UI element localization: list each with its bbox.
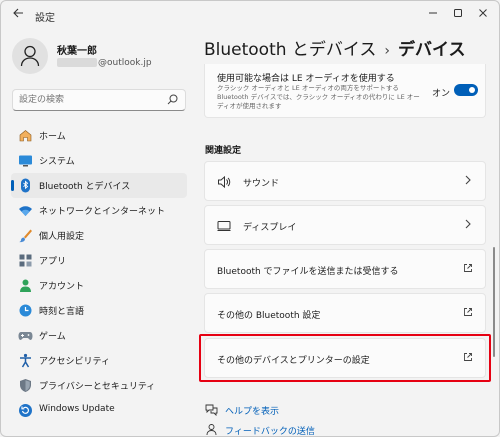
sidebar-item-windows-update[interactable]: Windows Update xyxy=(11,398,187,423)
app-title: 設定 xyxy=(35,13,55,24)
le-audio-description: クラシック オーディオと LE オーディオの両方をサポートする Bluetoot… xyxy=(217,84,420,110)
back-button[interactable] xyxy=(9,7,27,25)
close-icon xyxy=(479,9,487,17)
breadcrumb-parent[interactable]: Bluetooth とデバイス xyxy=(204,40,376,60)
brush-icon xyxy=(19,229,32,243)
chevron-right-icon xyxy=(465,219,471,229)
more-bluetooth-settings-row[interactable]: その他の Bluetooth 設定 xyxy=(204,293,486,333)
bluetooth-file-transfer-row[interactable]: Bluetooth でファイルを送信または受信する xyxy=(204,249,486,289)
breadcrumb-separator: › xyxy=(384,43,391,59)
external-link-icon xyxy=(464,308,472,316)
close-button[interactable] xyxy=(473,5,493,25)
help-icon xyxy=(205,404,218,416)
related-settings-heading: 関連設定 xyxy=(205,146,242,156)
sidebar-item-privacy[interactable]: プライバシーとセキュリティ xyxy=(11,373,187,398)
sidebar-item-accessibility[interactable]: アクセシビリティ xyxy=(11,348,187,373)
home-icon xyxy=(19,130,32,142)
bluetooth-file-transfer-label: Bluetooth でファイルを送信または受信する xyxy=(217,267,399,277)
sound-row[interactable]: サウンド xyxy=(204,161,486,201)
arrow-left-icon xyxy=(13,8,23,18)
toggle-state-label: オン xyxy=(432,89,451,99)
account-icon xyxy=(20,279,31,292)
user-icon xyxy=(20,45,40,67)
sidebar-item-gaming[interactable]: ゲーム xyxy=(11,323,187,348)
le-audio-title: 使用可能な場合は LE オーディオを使用する xyxy=(217,74,395,84)
bluetooth-icon xyxy=(21,178,30,193)
chevron-right-icon xyxy=(465,175,471,185)
gaming-icon xyxy=(18,332,33,340)
external-link-icon xyxy=(464,264,472,272)
time-language-icon xyxy=(19,304,32,317)
breadcrumb: Bluetooth とデバイス › デバイス xyxy=(204,35,466,60)
highlight-box xyxy=(199,334,491,382)
sidebar-item-time-language[interactable]: 時刻と言語 xyxy=(11,298,187,323)
scrollbar[interactable] xyxy=(493,247,495,357)
wifi-icon xyxy=(19,206,32,216)
more-bluetooth-settings-label: その他の Bluetooth 設定 xyxy=(217,311,321,321)
search-input[interactable] xyxy=(19,93,159,107)
sidebar-item-bluetooth[interactable]: Bluetooth とデバイス xyxy=(11,173,187,198)
search-icon xyxy=(167,94,178,105)
minimize-icon xyxy=(429,12,437,14)
maximize-button[interactable] xyxy=(448,5,468,25)
speaker-icon xyxy=(218,175,231,189)
sidebar-item-accounts[interactable]: アカウント xyxy=(11,273,187,298)
title-bar: 設定 xyxy=(1,1,499,31)
page-title: デバイス xyxy=(398,40,466,60)
sound-label: サウンド xyxy=(243,179,280,189)
profile-email: @outlook.jp xyxy=(57,58,152,68)
feedback-icon xyxy=(206,424,217,436)
monitor-icon xyxy=(217,221,231,231)
apps-icon xyxy=(19,254,32,267)
accessibility-icon xyxy=(20,353,31,368)
sidebar-item-personalization[interactable]: 個人用設定 xyxy=(11,223,187,248)
search-box[interactable] xyxy=(12,89,186,111)
le-audio-card: 使用可能な場合は LE オーディオを使用する クラシック オーディオと LE オ… xyxy=(204,64,486,118)
le-audio-toggle[interactable] xyxy=(454,84,478,96)
minimize-button[interactable] xyxy=(423,5,443,25)
redacted-email xyxy=(57,58,97,67)
sidebar-item-system[interactable]: システム xyxy=(11,148,187,173)
sidebar-item-home[interactable]: ホーム xyxy=(11,123,187,148)
shield-icon xyxy=(20,379,31,392)
windows-update-icon xyxy=(19,404,32,417)
profile-name: 秋葉一郎 xyxy=(57,46,97,57)
sidebar-nav: ホーム システム Bluetooth とデバイス ネットワークとインターネット … xyxy=(11,123,187,423)
settings-window: 設定 秋葉一郎 @outlook.jp ホーム システム Bluetoo xyxy=(0,0,500,437)
avatar[interactable] xyxy=(12,38,48,74)
display-row[interactable]: ディスプレイ xyxy=(204,205,486,245)
display-label: ディスプレイ xyxy=(243,223,297,233)
sidebar-item-apps[interactable]: アプリ xyxy=(11,248,187,273)
maximize-icon xyxy=(454,9,462,17)
sidebar-item-network[interactable]: ネットワークとインターネット xyxy=(11,198,187,223)
system-icon xyxy=(19,155,32,167)
